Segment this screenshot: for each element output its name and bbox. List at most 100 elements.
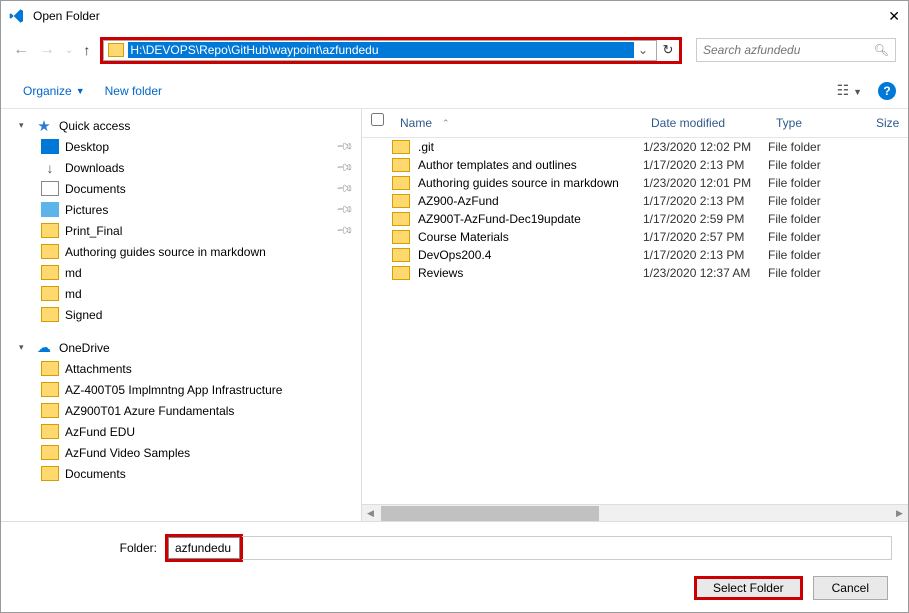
help-icon[interactable]: ? xyxy=(878,82,896,100)
sidebar-item[interactable]: Authoring guides source in markdown xyxy=(1,241,360,262)
file-name: Reviews xyxy=(416,266,643,280)
pic-icon xyxy=(41,202,59,217)
cloud-icon: ☁ xyxy=(35,340,53,355)
column-type[interactable]: Type xyxy=(768,113,868,133)
address-chevron-icon[interactable]: ⌄ xyxy=(634,43,652,57)
file-type: File folder xyxy=(768,176,868,190)
file-type: File folder xyxy=(768,230,868,244)
folder-icon xyxy=(392,176,410,190)
folder-icon xyxy=(41,445,59,460)
address-bar[interactable]: H:\DEVOPS\Repo\GitHub\waypoint\azfundedu… xyxy=(103,40,657,61)
sidebar-item-label: AzFund EDU xyxy=(65,425,352,439)
address-path[interactable]: H:\DEVOPS\Repo\GitHub\waypoint\azfundedu xyxy=(128,42,634,58)
pin-icon: 📌︎ xyxy=(335,158,354,177)
file-list: .git1/23/2020 12:02 PMFile folderAuthor … xyxy=(362,138,908,504)
sidebar-item[interactable]: md xyxy=(1,262,360,283)
expand-icon[interactable]: ▾ xyxy=(19,342,29,353)
folder-icon xyxy=(41,244,59,259)
folder-icon xyxy=(41,424,59,439)
file-date: 1/23/2020 12:02 PM xyxy=(643,140,768,154)
file-date: 1/23/2020 12:37 AM xyxy=(643,266,768,280)
window-title: Open Folder xyxy=(33,9,888,23)
file-date: 1/17/2020 2:57 PM xyxy=(643,230,768,244)
folder-icon xyxy=(392,212,410,226)
file-type: File folder xyxy=(768,248,868,262)
sidebar-item[interactable]: Signed xyxy=(1,304,360,325)
sidebar: ▾ ★ Quick access Desktop📌︎↓Downloads📌︎Do… xyxy=(1,109,361,521)
sidebar-item[interactable]: md xyxy=(1,283,360,304)
folder-icon xyxy=(108,43,124,57)
file-name: Author templates and outlines xyxy=(416,158,643,172)
folder-icon xyxy=(392,194,410,208)
select-folder-button[interactable]: Select Folder xyxy=(694,576,803,600)
file-type: File folder xyxy=(768,194,868,208)
sidebar-item[interactable]: Documents xyxy=(1,463,360,484)
sidebar-quick-access[interactable]: ▾ ★ Quick access xyxy=(1,115,360,136)
sidebar-item[interactable]: Documents📌︎ xyxy=(1,178,360,199)
recent-chevron-icon[interactable]: ⌄ xyxy=(65,45,73,56)
file-row[interactable]: Reviews1/23/2020 12:37 AMFile folder xyxy=(362,264,908,282)
sidebar-item[interactable]: Desktop📌︎ xyxy=(1,136,360,157)
folder-icon xyxy=(41,286,59,301)
sidebar-item[interactable]: Pictures📌︎ xyxy=(1,199,360,220)
expand-icon[interactable]: ▾ xyxy=(19,120,29,131)
titlebar: Open Folder ✕ xyxy=(1,1,908,31)
file-row[interactable]: .git1/23/2020 12:02 PMFile folder xyxy=(362,138,908,156)
sidebar-item[interactable]: AzFund Video Samples xyxy=(1,442,360,463)
file-date: 1/17/2020 2:13 PM xyxy=(643,248,768,262)
back-icon[interactable]: ← xyxy=(13,41,29,59)
horizontal-scrollbar[interactable]: ◀ ▶ xyxy=(362,504,908,521)
sidebar-item[interactable]: AZ-400T05 Implmntng App Infrastructure xyxy=(1,379,360,400)
sidebar-item[interactable]: Print_Final📌︎ xyxy=(1,220,360,241)
content-pane: Name ⌃ Date modified Type Size .git1/23/… xyxy=(362,109,908,521)
file-type: File folder xyxy=(768,158,868,172)
file-name: DevOps200.4 xyxy=(416,248,643,262)
search-box[interactable]: 🔍︎ xyxy=(696,38,896,62)
sidebar-item[interactable]: Attachments xyxy=(1,358,360,379)
close-icon[interactable]: ✕ xyxy=(888,8,900,25)
scrollbar-thumb[interactable] xyxy=(381,506,599,521)
file-row[interactable]: AZ900-AzFund1/17/2020 2:13 PMFile folder xyxy=(362,192,908,210)
folder-icon xyxy=(392,158,410,172)
file-name: .git xyxy=(416,140,643,154)
search-icon[interactable]: 🔍︎ xyxy=(874,43,889,57)
sidebar-item[interactable]: AzFund EDU xyxy=(1,421,360,442)
file-row[interactable]: Course Materials1/17/2020 2:57 PMFile fo… xyxy=(362,228,908,246)
file-row[interactable]: Authoring guides source in markdown1/23/… xyxy=(362,174,908,192)
search-input[interactable] xyxy=(703,43,874,57)
sidebar-item-label: AZ900T01 Azure Fundamentals xyxy=(65,404,352,418)
folder-icon xyxy=(41,265,59,280)
organize-button[interactable]: Organize ▼ xyxy=(13,78,95,104)
column-date[interactable]: Date modified xyxy=(643,113,768,133)
folder-input-rest[interactable] xyxy=(242,536,892,560)
file-type: File folder xyxy=(768,212,868,226)
folder-icon xyxy=(392,266,410,280)
up-icon[interactable]: ↑ xyxy=(83,42,90,58)
cancel-button[interactable]: Cancel xyxy=(813,576,888,600)
scroll-right-icon[interactable]: ▶ xyxy=(891,508,908,519)
sidebar-item-label: Signed xyxy=(65,308,352,322)
sidebar-item[interactable]: AZ900T01 Azure Fundamentals xyxy=(1,400,360,421)
folder-icon xyxy=(392,230,410,244)
sidebar-item-label: Desktop xyxy=(65,140,332,154)
file-type: File folder xyxy=(768,140,868,154)
pin-icon: 📌︎ xyxy=(335,221,354,240)
column-name[interactable]: Name ⌃ xyxy=(392,113,643,133)
pin-icon: 📌︎ xyxy=(335,137,354,156)
sidebar-item-label: Attachments xyxy=(65,362,352,376)
sidebar-item[interactable]: ↓Downloads📌︎ xyxy=(1,157,360,178)
file-row[interactable]: AZ900T-AzFund-Dec19update1/17/2020 2:59 … xyxy=(362,210,908,228)
folder-input[interactable] xyxy=(168,537,240,559)
scroll-left-icon[interactable]: ◀ xyxy=(362,508,379,519)
sidebar-onedrive[interactable]: ▾ ☁ OneDrive xyxy=(1,337,360,358)
file-row[interactable]: DevOps200.41/17/2020 2:13 PMFile folder xyxy=(362,246,908,264)
refresh-icon[interactable]: ↻ xyxy=(657,42,679,58)
folder-icon xyxy=(41,403,59,418)
select-all-checkbox[interactable] xyxy=(371,113,384,126)
file-type: File folder xyxy=(768,266,868,280)
new-folder-button[interactable]: New folder xyxy=(95,78,172,104)
view-options-icon[interactable]: ☷ ▼ xyxy=(831,78,868,103)
address-bar-highlight: H:\DEVOPS\Repo\GitHub\waypoint\azfundedu… xyxy=(100,37,682,64)
column-size[interactable]: Size xyxy=(868,113,908,133)
file-row[interactable]: Author templates and outlines1/17/2020 2… xyxy=(362,156,908,174)
